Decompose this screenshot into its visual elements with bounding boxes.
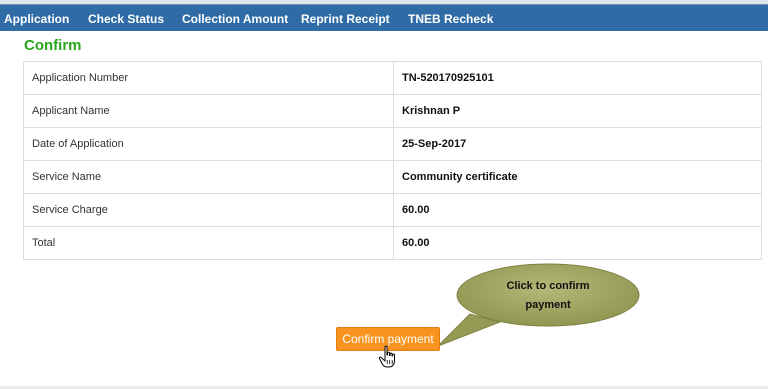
row-value: 60.00 — [393, 226, 762, 260]
row-label: Service Charge — [23, 193, 394, 227]
row-value: TN-520170925101 — [393, 61, 762, 95]
details-table: Application Number TN-520170925101 Appli… — [23, 61, 762, 260]
nav-item-tneb-recheck[interactable]: TNEB Recheck — [408, 12, 493, 26]
row-label: Service Name — [23, 160, 394, 194]
table-row: Service Name Community certificate — [23, 160, 762, 194]
row-value: Community certificate — [393, 160, 762, 194]
table-row: Service Charge 60.00 — [23, 193, 762, 227]
nav-item-reprint-receipt[interactable]: Reprint Receipt — [301, 12, 390, 26]
nav-item-check-status[interactable]: Check Status — [88, 12, 164, 26]
table-row: Date of Application 25-Sep-2017 — [23, 127, 762, 161]
callout-text: Click to confirm payment — [478, 277, 618, 315]
callout-line-2: payment — [525, 299, 571, 311]
top-nav: Application Check Status Collection Amou… — [0, 4, 768, 31]
row-label: Applicant Name — [23, 94, 394, 128]
row-label: Date of Application — [23, 127, 394, 161]
nav-item-collection-amount[interactable]: Collection Amount — [182, 12, 288, 26]
page-title: Confirm — [24, 37, 82, 54]
row-value: 60.00 — [393, 193, 762, 227]
table-row: Applicant Name Krishnan P — [23, 94, 762, 128]
table-row: Application Number TN-520170925101 — [23, 61, 762, 95]
row-label: Total — [23, 226, 394, 260]
nav-item-application[interactable]: Application — [4, 12, 69, 26]
row-value: 25-Sep-2017 — [393, 127, 762, 161]
row-value: Krishnan P — [393, 94, 762, 128]
callout-line-1: Click to confirm — [506, 280, 590, 292]
hand-cursor-icon — [378, 345, 395, 368]
table-row: Total 60.00 — [23, 226, 762, 260]
row-label: Application Number — [23, 61, 394, 95]
page: Application Check Status Collection Amou… — [0, 0, 768, 389]
